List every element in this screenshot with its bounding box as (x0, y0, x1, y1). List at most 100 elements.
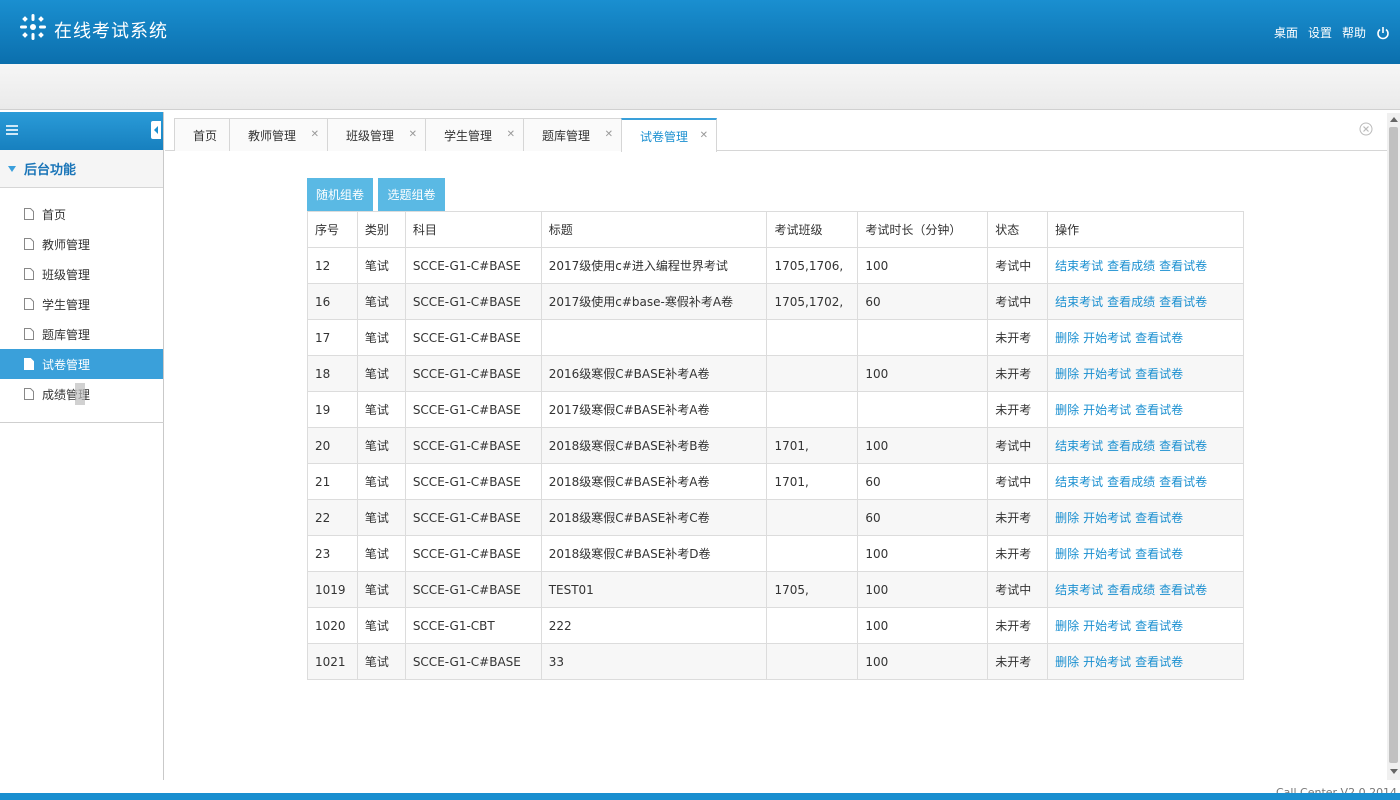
action-link[interactable]: 删除 (1055, 619, 1079, 633)
select-paper-button[interactable]: 选题组卷 (378, 178, 445, 211)
sidebar-item-question-bank[interactable]: 题库管理 (0, 319, 163, 349)
sidebar-group-backend[interactable]: 后台功能 (0, 150, 163, 188)
action-link[interactable]: 查看试卷 (1135, 655, 1183, 669)
cell-title: 2018级寒假C#BASE补考A卷 (540, 463, 768, 500)
settings-link[interactable]: 设置 (1308, 24, 1332, 41)
action-link[interactable]: 开始考试 (1083, 367, 1131, 381)
action-link[interactable]: 删除 (1055, 547, 1079, 561)
action-link[interactable]: 删除 (1055, 403, 1079, 417)
tab-classes[interactable]: 班级管理 ✕ (327, 118, 426, 151)
action-link[interactable]: 查看试卷 (1159, 475, 1207, 489)
app-header: 在线考试系统 桌面 设置 帮助 (0, 0, 1400, 64)
random-paper-button[interactable]: 随机组卷 (307, 178, 373, 211)
cell-duration: 60 (857, 463, 989, 500)
scroll-thumb[interactable] (1389, 127, 1398, 763)
action-link[interactable]: 结束考试 (1055, 439, 1103, 453)
table-row: 16 笔试 SCCE-G1-C#BASE 2017级使用c#base-寒假补考A卷 17… (307, 283, 1244, 320)
vertical-scrollbar[interactable] (1387, 113, 1400, 780)
sidebar-collapse-button[interactable] (151, 121, 161, 139)
table-row: 12 笔试 SCCE-G1-C#BASE 2017级使用c#进入编程世界考试 1705,… (307, 247, 1244, 284)
action-link[interactable]: 删除 (1055, 655, 1079, 669)
cell-type: 笔试 (356, 427, 406, 464)
sidebar-item-teachers[interactable]: 教师管理 (0, 229, 163, 259)
document-icon (24, 298, 34, 310)
action-link[interactable]: 查看试卷 (1135, 403, 1183, 417)
action-link[interactable]: 查看试卷 (1135, 367, 1183, 381)
column-header: 科目 (404, 211, 542, 248)
action-link[interactable]: 查看试卷 (1159, 583, 1207, 597)
action-link[interactable]: 查看试卷 (1159, 295, 1207, 309)
sidebar-item-students[interactable]: 学生管理 (0, 289, 163, 319)
cell-subject: SCCE-G1-C#BASE (404, 535, 542, 572)
cell-status: 考试中 (987, 571, 1049, 608)
chevron-left-icon (154, 126, 158, 134)
close-icon[interactable]: ✕ (700, 130, 708, 141)
action-link[interactable]: 开始考试 (1083, 511, 1131, 525)
tab-question-bank[interactable]: 题库管理 ✕ (523, 118, 622, 151)
tab-home[interactable]: 首页 (174, 118, 230, 151)
help-link[interactable]: 帮助 (1342, 24, 1366, 41)
action-link[interactable]: 开始考试 (1083, 331, 1131, 345)
action-link[interactable]: 删除 (1055, 331, 1079, 345)
power-icon[interactable] (1376, 26, 1390, 40)
action-link[interactable]: 查看成绩 (1107, 259, 1155, 273)
action-link[interactable]: 查看试卷 (1135, 511, 1183, 525)
action-link[interactable]: 开始考试 (1083, 547, 1131, 561)
action-link[interactable]: 查看试卷 (1135, 547, 1183, 561)
action-link[interactable]: 查看试卷 (1135, 331, 1183, 345)
action-link[interactable]: 查看成绩 (1107, 583, 1155, 597)
tab-papers[interactable]: 试卷管理 ✕ (621, 118, 717, 152)
cell-classes: 1705,1706, (766, 247, 859, 284)
column-header: 标题 (540, 211, 768, 248)
action-link[interactable]: 查看试卷 (1135, 619, 1183, 633)
action-link[interactable]: 查看成绩 (1107, 295, 1155, 309)
cell-subject: SCCE-G1-C#BASE (404, 463, 542, 500)
action-link[interactable]: 结束考试 (1055, 295, 1103, 309)
close-icon[interactable]: ✕ (311, 129, 319, 140)
action-link[interactable]: 开始考试 (1083, 403, 1131, 417)
cell-duration: 100 (857, 247, 989, 284)
desktop-link[interactable]: 桌面 (1274, 24, 1298, 41)
cell-id: 22 (307, 499, 358, 536)
close-icon[interactable]: ✕ (507, 129, 515, 140)
cell-type: 笔试 (356, 643, 406, 680)
action-link[interactable]: 结束考试 (1055, 259, 1103, 273)
sidebar-item-papers[interactable]: 试卷管理 (0, 349, 163, 379)
cell-id: 20 (307, 427, 358, 464)
scroll-up-icon[interactable] (1390, 117, 1398, 122)
tab-teachers[interactable]: 教师管理 ✕ (229, 118, 328, 151)
cell-status: 未开考 (987, 643, 1049, 680)
action-link[interactable]: 开始考试 (1083, 619, 1131, 633)
action-link[interactable]: 结束考试 (1055, 475, 1103, 489)
cell-status: 未开考 (987, 607, 1049, 644)
action-link[interactable]: 删除 (1055, 511, 1079, 525)
cell-classes (766, 643, 859, 680)
table-row: 19 笔试 SCCE-G1-C#BASE 2017级寒假C#BASE补考A卷 未开考 删除… (307, 391, 1244, 428)
action-link[interactable]: 查看试卷 (1159, 439, 1207, 453)
action-link[interactable]: 查看试卷 (1159, 259, 1207, 273)
action-link[interactable]: 删除 (1055, 367, 1079, 381)
sidebar-item-classes[interactable]: 班级管理 (0, 259, 163, 289)
action-link[interactable]: 查看成绩 (1107, 475, 1155, 489)
sidebar-item-home[interactable]: 首页 (0, 199, 163, 229)
action-link[interactable]: 开始考试 (1083, 655, 1131, 669)
close-icon[interactable]: ✕ (409, 129, 417, 140)
cell-actions: 结束考试 查看成绩 查看试卷 (1047, 247, 1244, 284)
scroll-down-icon[interactable] (1390, 769, 1398, 774)
cell-actions: 删除 开始考试 查看试卷 (1047, 607, 1244, 644)
column-header: 考试时长（分钟） (857, 211, 989, 248)
cell-classes: 1701, (766, 427, 859, 464)
app-footer (0, 793, 1400, 800)
sidebar-item-scores[interactable]: 成绩管理 (0, 379, 163, 409)
cell-actions: 结束考试 查看成绩 查看试卷 (1047, 283, 1244, 320)
column-header: 类别 (356, 211, 406, 248)
close-icon[interactable]: ✕ (605, 129, 613, 140)
cell-status: 考试中 (987, 283, 1049, 320)
tab-students[interactable]: 学生管理 ✕ (425, 118, 524, 151)
action-link[interactable]: 查看成绩 (1107, 439, 1155, 453)
cell-type: 笔试 (356, 535, 406, 572)
action-link[interactable]: 结束考试 (1055, 583, 1103, 597)
cell-actions: 删除 开始考试 查看试卷 (1047, 319, 1244, 356)
cell-subject: SCCE-G1-C#BASE (404, 391, 542, 428)
close-all-tabs-icon[interactable] (1359, 122, 1373, 136)
